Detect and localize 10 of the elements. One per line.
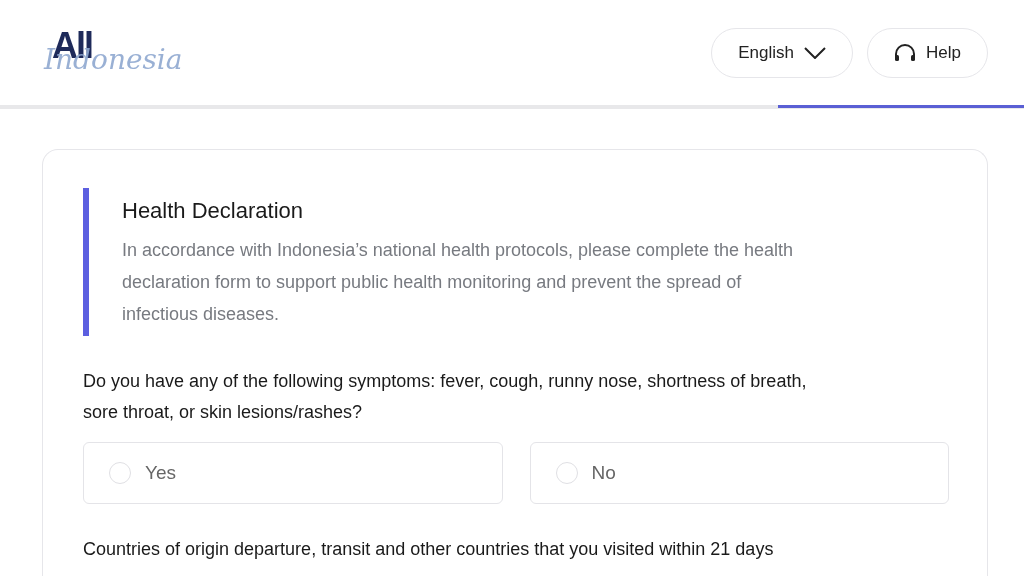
- question-text: Do you have any of the following symptoms: fever, cough, runny nose, shortness of breath, sore throat, or skin lesions/rashes?: [83, 370, 808, 424]
- language-button[interactable]: English: [711, 27, 854, 78]
- section-description: In accordance with Indonesia’s national health protocols, please complete the health declaration form to support public health monitoring and prevent the spread of infectious diseases.: [122, 239, 795, 326]
- radio-option[interactable]: Yes: [83, 442, 503, 504]
- help-button[interactable]: Help: [867, 27, 988, 78]
- chevron-down-icon: [804, 46, 827, 59]
- radio-option[interactable]: No: [529, 442, 949, 504]
- headphones-icon: [894, 43, 917, 62]
- question-text: Countries of origin departure, transit and other countries that you visited within 21 days: [83, 538, 775, 561]
- section-title: Health Declaration: [122, 198, 304, 224]
